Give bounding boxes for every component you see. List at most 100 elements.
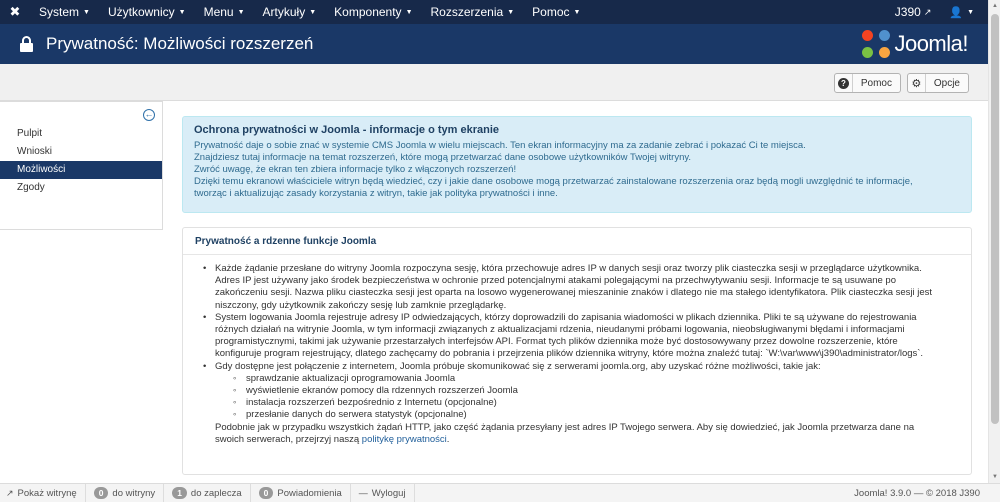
core-privacy-panel: Prywatność a rdzenne funkcje Joomla Każd… (182, 227, 972, 475)
menu-components-label: Komponenty (334, 5, 402, 19)
text-line: programistycznymi, takimi jak używanie p… (215, 336, 898, 348)
version-info: Joomla! 3.9.0 — © 2018 J390 (854, 487, 980, 499)
sub-list-item: przesłanie danych do serwera statystyk (… (215, 409, 959, 421)
backend-label: do zaplecza (190, 487, 242, 499)
panel-body: Każde żądanie przesłane do witryny Jooml… (183, 255, 971, 446)
site-label: J390 (894, 5, 921, 19)
menu-components[interactable]: Komponenty ▼ (325, 0, 421, 24)
list-item: Każde żądanie przesłane do witryny Jooml… (201, 263, 959, 312)
messages-badge: 0 (258, 487, 274, 499)
text-line: zakończeniu sesji. Nazwa pliku ciasteczk… (215, 287, 933, 299)
sidebar-item-requests[interactable]: Wnioski (0, 143, 162, 161)
question-icon: ? (835, 74, 853, 92)
caret-down-icon: ▼ (83, 8, 90, 16)
help-button[interactable]: ? Pomoc (834, 73, 901, 93)
text-line: konfiguruje program rejestrujący, dlateg… (215, 348, 924, 360)
menu-help-label: Pomoc (532, 5, 570, 19)
page-title: Prywatność: Możliwości rozszerzeń (46, 34, 314, 53)
menu-menus[interactable]: Menu ▼ (195, 0, 254, 24)
lock-icon (20, 36, 33, 52)
info-title: Ochrona prywatności w Joomla - informacj… (194, 124, 500, 136)
logout-label: Wyloguj (371, 487, 406, 499)
text-line: swoich serwerach, przejrzyj naszą polity… (215, 434, 959, 446)
navbar-right: J390 ↗ 👤 ▼ (885, 0, 988, 24)
text-line: Gdy dostępne jest połączenie z internete… (215, 360, 821, 372)
joomla-mark-icon (862, 30, 891, 58)
visitors-label: do witryny (112, 487, 156, 499)
toolbar: ? Pomoc ⚙ Opcje (0, 64, 988, 101)
scroll-up-icon[interactable]: ▲ (989, 0, 1000, 12)
external-link-icon: ↗ (923, 6, 932, 17)
sub-list-item: sprawdzanie aktualizacji oprogramowania … (215, 373, 959, 385)
options-button-label: Opcje (933, 77, 960, 89)
collapse-sidebar-icon[interactable]: ← (143, 109, 155, 121)
info-line: Zwróć uwagę, że ekran ten zbiera informa… (194, 164, 517, 175)
vertical-scrollbar[interactable]: ▲ ▼ (988, 0, 1000, 483)
joomla-logo-text: Joomla! (894, 31, 968, 56)
minus-icon: — (358, 488, 368, 498)
options-button[interactable]: ⚙ Opcje (907, 73, 969, 93)
backend-users[interactable]: 1 do zaplecza (164, 483, 251, 502)
info-alert: Ochrona prywatności w Joomla - informacj… (182, 116, 972, 213)
text-line: Adres IP jest używany jako środek bezpie… (215, 275, 896, 287)
gear-icon: ⚙ (908, 74, 926, 92)
sidebar-item-consents[interactable]: Zgody (0, 179, 162, 197)
footer-suffix: . (446, 433, 450, 445)
user-icon: 👤 (949, 6, 964, 19)
scroll-down-icon[interactable]: ▼ (989, 471, 1000, 483)
messages-label: Powiadomienia (277, 487, 342, 499)
menu-content[interactable]: Artykuły ▼ (254, 0, 326, 24)
text-line: Każde żądanie przesłane do witryny Jooml… (215, 263, 922, 274)
menu-extensions[interactable]: Rozszerzenia ▼ (422, 0, 524, 24)
text-line: niszczony, gdy użytkownik zakończy sesję… (215, 299, 507, 311)
main-menu: System ▼ Użytkownicy ▼ Menu ▼ Artykuły ▼ Kom… (30, 0, 589, 24)
scrollbar-thumb[interactable] (991, 14, 999, 424)
info-line: tworząc i aktualizując zasady korzystani… (194, 188, 558, 199)
caret-down-icon: ▼ (405, 8, 413, 16)
menu-help[interactable]: Pomoc ▼ (523, 0, 589, 24)
privacy-policy-link[interactable]: politykę prywatności (362, 434, 447, 445)
info-line: Prywatność daje o sobie znać w systemie … (194, 140, 806, 151)
capability-list: Każde żądanie przesłane do witryny Jooml… (201, 263, 959, 446)
site-visitors[interactable]: 0 do witryny (86, 483, 165, 502)
menu-users[interactable]: Użytkownicy ▼ (99, 0, 195, 24)
sub-list-item: wyświetlenie ekranów pomocy dla rdzennyc… (215, 385, 959, 397)
caret-down-icon: ▼ (178, 8, 186, 16)
sidebar-item-dashboard[interactable]: Pulpit (0, 125, 162, 143)
site-link[interactable]: J390 ↗ (885, 5, 942, 19)
info-line: Znajdziesz tutaj informacje na temat roz… (194, 152, 692, 163)
messages-link[interactable]: 0 Powiadomienia (251, 483, 351, 502)
external-link-icon: ↗ (6, 487, 14, 498)
footer-text: swoich serwerach, przejrzyj naszą (215, 433, 362, 445)
help-button-label: Pomoc (860, 77, 892, 89)
list-item: Gdy dostępne jest połączenie z internete… (201, 361, 959, 446)
view-site-link[interactable]: ↗ Pokaż witrynę (0, 483, 86, 502)
menu-system-label: System (39, 5, 80, 19)
view-site-label: Pokaż witrynę (17, 487, 77, 499)
joomla-x-icon[interactable]: ✖ (0, 0, 30, 24)
sidebar-menu: Pulpit Wnioski Możliwości Zgody (0, 125, 162, 197)
joomla-logo: Joomla! (862, 30, 968, 58)
panel-title: Prywatność a rdzenne funkcje Joomla (183, 228, 971, 255)
caret-down-icon: ▼ (573, 8, 581, 16)
text-line: Podobnie jak w przypadku wszystkich żąda… (215, 421, 915, 433)
visitors-badge: 0 (93, 487, 109, 499)
menu-menus-label: Menu (203, 5, 234, 19)
caret-down-icon: ▼ (237, 8, 245, 16)
menu-extensions-label: Rozszerzenia (430, 5, 504, 19)
menu-content-label: Artykuły (262, 5, 306, 19)
sub-list-item: instalacja rozszerzeń bezpośrednio z Int… (215, 397, 959, 409)
menu-system[interactable]: System ▼ (30, 0, 99, 24)
user-menu[interactable]: 👤 ▼ (941, 6, 988, 19)
menu-users-label: Użytkownicy (107, 5, 175, 19)
text-line: System logowania Joomla rejestruje adres… (215, 311, 917, 323)
title-bar: Prywatność: Możliwości rozszerzeń Joomla… (0, 24, 988, 64)
sidebar-item-capabilities[interactable]: Możliwości (0, 161, 162, 179)
top-navbar: ✖ System ▼ Użytkownicy ▼ Menu ▼ Artykuły ▼ K… (0, 0, 988, 24)
logout-link[interactable]: — Wyloguj (351, 483, 415, 502)
caret-down-icon: ▼ (309, 8, 317, 16)
caret-down-icon: ▼ (507, 8, 515, 16)
info-line: Dzięki temu ekranowi właściciele witryn … (194, 176, 913, 187)
backend-badge: 1 (172, 487, 187, 499)
list-item: System logowania Joomla rejestruje adres… (201, 312, 959, 361)
